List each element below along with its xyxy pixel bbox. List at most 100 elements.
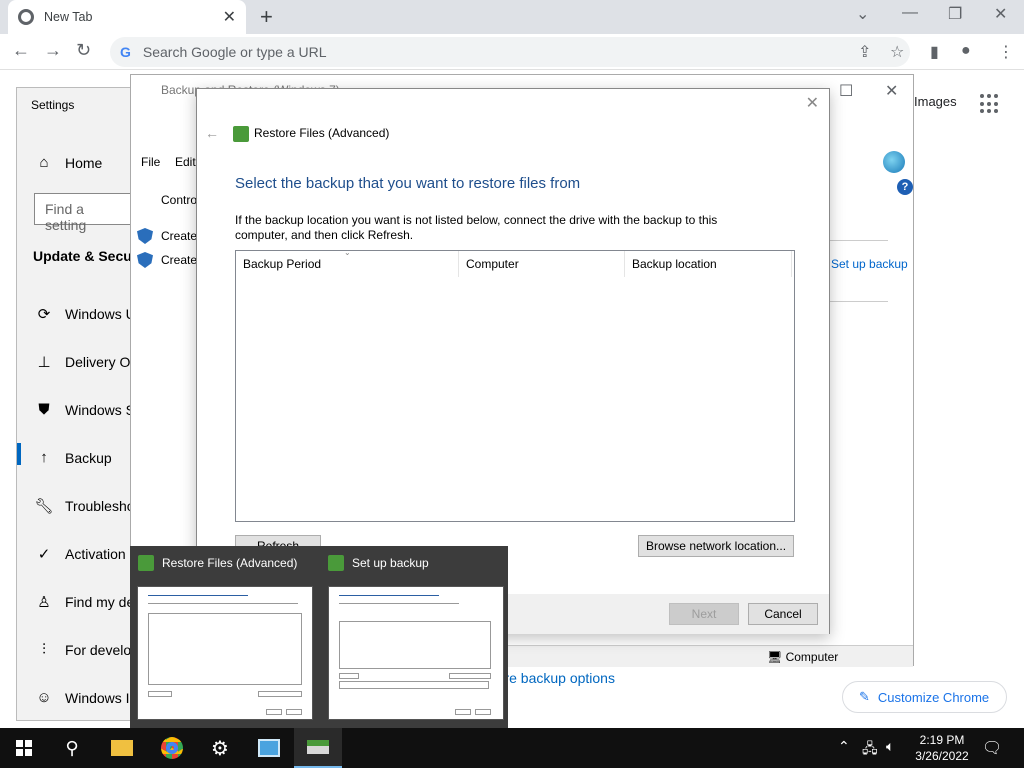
mini-button xyxy=(258,691,302,697)
mini-heading xyxy=(339,595,439,596)
minimize-icon[interactable]: — xyxy=(902,4,918,22)
file-explorer-icon[interactable] xyxy=(98,728,146,768)
divider xyxy=(826,301,888,302)
tab-new-tab[interactable]: New Tab ✕ xyxy=(8,0,246,34)
settings-title: Settings xyxy=(31,98,75,112)
chrome-tab-strip: New Tab ✕ + ⌄ — ❐ ✕ xyxy=(0,0,1024,34)
settings-home-label: Home xyxy=(65,154,103,171)
new-tab-button[interactable]: + xyxy=(260,4,273,30)
chrome-favicon-icon xyxy=(18,9,34,25)
chrome-logo-shape xyxy=(161,737,183,759)
customize-chrome-label: Customize Chrome xyxy=(877,689,990,705)
search-icon[interactable]: ⚲ xyxy=(48,728,96,768)
pencil-icon: ✎ xyxy=(859,689,870,704)
mini-text xyxy=(148,603,298,604)
selected-indicator xyxy=(17,443,21,465)
mini-button xyxy=(449,673,491,679)
thumb-restore-label[interactable]: Restore Files (Advanced) xyxy=(138,555,297,571)
backup-app-icon xyxy=(233,126,249,142)
profile-avatar-icon[interactable]: ● xyxy=(961,42,971,60)
globe-icon xyxy=(883,151,905,173)
delivery-icon: ⊥ xyxy=(37,354,51,371)
next-button[interactable]: Next xyxy=(669,603,739,625)
column-backup-period[interactable]: ⌄ Backup Period xyxy=(236,248,459,277)
sliders-icon: ⫶ xyxy=(42,641,46,658)
mini-button xyxy=(475,709,491,715)
reload-icon[interactable]: ↻ xyxy=(76,40,91,61)
person-icon: ♙ xyxy=(37,594,51,611)
tray-chevron-icon[interactable]: ⌃ xyxy=(838,738,850,755)
mini-list xyxy=(148,613,302,685)
omnibox[interactable]: G Search Google or type a URL xyxy=(110,37,910,67)
mini-button xyxy=(148,691,172,697)
shield-icon: ⛊ xyxy=(38,401,50,418)
find-setting-input[interactable]: Find a setting xyxy=(34,193,139,233)
system-clock[interactable]: 2:19 PM 3/26/2022 xyxy=(912,732,972,764)
taskbar-thumbnail-popup: Restore Files (Advanced) Set up backup xyxy=(130,546,508,728)
upload-arrow-icon: ↑ xyxy=(40,449,48,466)
mini-button xyxy=(339,673,359,679)
tab-search-icon[interactable]: ⌄ xyxy=(856,4,869,24)
thumb-restore-preview[interactable] xyxy=(137,586,313,720)
cancel-button[interactable]: Cancel xyxy=(748,603,818,625)
set-up-backup-link[interactable]: Set up backup xyxy=(831,257,908,271)
close-window-icon[interactable]: ✕ xyxy=(994,4,1007,24)
start-button[interactable] xyxy=(0,728,48,768)
status-computer: 🖥︎ Computer xyxy=(767,650,839,664)
backup-app-icon xyxy=(138,555,154,571)
backup-list[interactable]: ⌄ Backup Period Computer Backup location xyxy=(235,248,795,522)
folder-shape xyxy=(111,740,133,756)
omnibox-placeholder: Search Google or type a URL xyxy=(142,44,327,60)
thumb-setup-preview[interactable] xyxy=(328,586,504,720)
mini-warning xyxy=(339,681,489,689)
refresh-icon: ⟳ xyxy=(37,306,51,323)
help-icon[interactable]: ? xyxy=(897,179,913,195)
mini-button xyxy=(286,709,302,715)
backup-app-taskbar-icon[interactable] xyxy=(294,728,342,768)
back-icon[interactable]: ← xyxy=(12,40,30,61)
network-icon[interactable]: 🖧︎ xyxy=(862,738,878,762)
br-maximize-icon[interactable]: ☐ xyxy=(839,81,853,101)
windows-logo-icon xyxy=(16,740,32,756)
menu-edit[interactable]: Edit xyxy=(175,155,196,169)
side-panel-icon[interactable]: ▮ xyxy=(930,42,939,62)
uac-shield-icon xyxy=(137,252,153,268)
backup-drive-shape xyxy=(307,740,329,754)
sidebar-item-label: Backup xyxy=(65,449,112,466)
mini-list xyxy=(339,621,491,669)
sidebar-item-activation[interactable]: ✓ Activation xyxy=(33,545,126,563)
share-icon[interactable]: ⇪ xyxy=(858,42,871,62)
settings-home[interactable]: ⌂ Home xyxy=(33,154,102,171)
br-close-icon[interactable]: ✕ xyxy=(885,81,898,101)
menu-kebab-icon[interactable]: ⋮ xyxy=(998,42,1014,62)
forward-icon[interactable]: → xyxy=(44,40,62,61)
column-computer[interactable]: Computer xyxy=(459,251,625,277)
clock-date: 3/26/2022 xyxy=(915,749,969,763)
sort-arrow-icon: ⌄ xyxy=(344,248,351,257)
bookmark-star-icon[interactable]: ☆ xyxy=(890,42,904,62)
notifications-icon[interactable]: 🗨︎ xyxy=(982,738,1002,758)
browse-network-button[interactable]: Browse network location... xyxy=(638,535,794,557)
windows-taskbar: ⚲ ⚙ ⌃ 🖧︎ 🔈︎ 2:19 PM 3/26/2022 🗨︎ xyxy=(0,728,1024,768)
chrome-toolbar: ← → ↻ G Search Google or type a URL ⇪ ☆ … xyxy=(0,34,1024,70)
restore-icon[interactable]: ❐ xyxy=(948,4,962,24)
control-panel-icon[interactable] xyxy=(245,728,293,768)
list-header: ⌄ Backup Period Computer Backup location xyxy=(236,248,794,277)
chrome-icon[interactable] xyxy=(148,728,196,768)
dialog-back-icon[interactable]: ← xyxy=(205,125,219,141)
customize-chrome-button[interactable]: ✎ Customize Chrome xyxy=(842,681,1007,713)
column-backup-location[interactable]: Backup location xyxy=(625,251,792,277)
thumb-setup-label[interactable]: Set up backup xyxy=(328,555,429,571)
sidebar-item-backup[interactable]: ↑ Backup xyxy=(33,449,112,466)
menu-file[interactable]: File xyxy=(141,155,160,169)
dialog-close-icon[interactable]: ✕ xyxy=(806,93,819,113)
dialog-title: Restore Files (Advanced) xyxy=(254,126,390,140)
volume-icon[interactable]: 🔈︎ xyxy=(886,738,894,755)
google-apps-icon[interactable] xyxy=(980,94,1000,114)
settings-gear-icon[interactable]: ⚙ xyxy=(196,728,244,768)
dialog-heading: Select the backup that you want to resto… xyxy=(235,175,581,192)
home-icon: ⌂ xyxy=(39,154,49,171)
ntp-images-link[interactable]: Images xyxy=(914,94,957,109)
tab-close-icon[interactable]: ✕ xyxy=(223,7,236,27)
wrench-icon: 🔧︎ xyxy=(34,498,54,515)
